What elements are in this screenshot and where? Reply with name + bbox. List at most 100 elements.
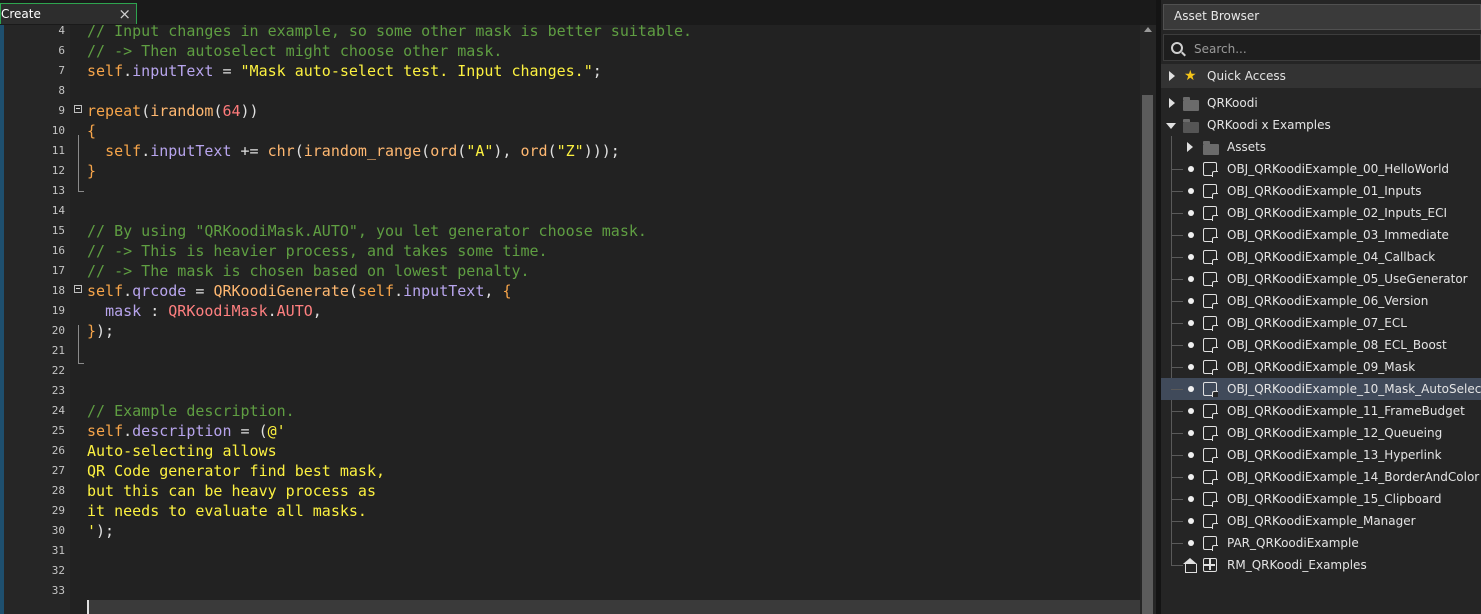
line-number: 33 [51,584,65,597]
fold-toggle-icon[interactable] [74,105,82,113]
tree-item-label: OBJ_QRKoodiExample_15_Clipboard [1227,492,1442,506]
status-dot-icon [1188,320,1194,326]
expand-arrow-icon[interactable] [1169,98,1175,108]
fold-guide-end [78,363,84,364]
close-icon[interactable]: × [118,4,131,24]
editor-tab-bar: Create × [0,0,1156,25]
code-text: { [87,121,96,141]
code-line[interactable]: 18 self.qrcode = QRKoodiGenerate(self.inp… [0,281,1140,301]
folder-icon [1183,97,1199,111]
code-token: } [87,162,97,180]
vertical-scrollbar[interactable] [1140,25,1156,614]
code-line[interactable]: 6 // -> Then autoselect might choose othe… [0,41,1140,61]
code-text: '); [87,521,114,541]
tree-item-object[interactable]: OBJ_QRKoodiExample_14_BorderAndColor [1161,466,1481,488]
fold-toggle-icon[interactable] [74,285,82,293]
search-input[interactable] [1192,39,1476,59]
tree-item-object[interactable]: OBJ_QRKoodiExample_13_Hyperlink [1161,444,1481,466]
asset-browser-panel: Asset Browser ★ Quick Access QRKoodi QRKo… [1161,0,1481,614]
object-icon [1203,360,1218,375]
quick-access-row[interactable]: ★ Quick Access [1161,64,1481,88]
scrollbar-thumb[interactable] [1142,95,1153,614]
tree-item-object[interactable]: OBJ_QRKoodiExample_09_Mask [1161,356,1481,378]
expand-arrow-icon[interactable] [1169,71,1175,81]
tree-item-object[interactable]: OBJ_QRKoodiExample_06_Version [1161,290,1481,312]
tree-branch-line [1171,257,1183,258]
tree-item-qrkoodi[interactable]: QRKoodi [1161,92,1481,114]
code-line[interactable]: 32 [0,561,1140,581]
code-line[interactable]: 33 [0,581,1140,601]
code-line[interactable]: 24 // Example description. [0,401,1140,421]
code-line[interactable]: 15 // By using "QRKoodiMask.AUTO", you le… [0,221,1140,241]
tree-item-object[interactable]: OBJ_QRKoodiExample_11_FrameBudget [1161,400,1481,422]
code-token: ), [493,142,521,160]
code-token: ord [520,142,548,160]
line-number: 9 [58,104,65,117]
tree-item-object[interactable]: OBJ_QRKoodiExample_04_Callback [1161,246,1481,268]
code-line[interactable]: 17 // -> The mask is chosen based on lowe… [0,261,1140,281]
code-token: } [87,322,97,340]
status-dot-icon [1188,518,1194,524]
code-line[interactable]: 10 { [0,121,1140,141]
tab-label: Create [1,7,41,21]
tree-item-object[interactable]: OBJ_QRKoodiExample_02_Inputs_ECI [1161,202,1481,224]
expand-arrow-icon[interactable] [1187,142,1193,152]
line-number: 32 [51,564,65,577]
code-line[interactable]: 14 [0,201,1140,221]
line-number: 7 [58,64,65,77]
collapse-arrow-icon[interactable] [1166,123,1176,129]
asset-search-box[interactable] [1163,34,1481,61]
tree-item-object[interactable]: OBJ_QRKoodiExample_15_Clipboard [1161,488,1481,510]
code-line[interactable]: 20}); [0,321,1140,341]
code-line[interactable]: 21 [0,341,1140,361]
tree-item-room[interactable]: RM_QRKoodi_Examples [1161,554,1481,576]
object-icon [1203,162,1218,177]
code-line[interactable]: 8 [0,81,1140,101]
code-line[interactable]: 22 [0,361,1140,381]
code-line[interactable]: 12} [0,161,1140,181]
code-line[interactable]: 29 it needs to evaluate all masks. [0,501,1140,521]
tab-create[interactable]: Create × [0,3,137,24]
code-token: ; [592,62,602,80]
tree-item-object[interactable]: OBJ_QRKoodiExample_08_ECL_Boost [1161,334,1481,356]
line-number: 16 [51,244,65,257]
tree-item-object[interactable]: OBJ_QRKoodiExample_00_HelloWorld [1161,158,1481,180]
code-line[interactable]: 13 [0,181,1140,201]
code-line[interactable]: 31 [0,541,1140,561]
code-token: . [267,302,277,320]
tree-item-object[interactable]: PAR_QRKoodiExample [1161,532,1481,554]
tree-item-object[interactable]: OBJ_QRKoodiExample_07_ECL [1161,312,1481,334]
scroll-up-icon[interactable] [1144,27,1152,32]
code-line[interactable]: 30 '); [0,521,1140,541]
tree-item-object[interactable]: OBJ_QRKoodiExample_03_Immediate [1161,224,1481,246]
code-area[interactable]: 4 // Input changes in example, so some ot… [0,25,1140,614]
tree-item-object[interactable]: OBJ_QRKoodiExample_10_Mask_AutoSelect [1161,378,1481,400]
tree-item-label: OBJ_QRKoodiExample_Manager [1227,514,1416,528]
tree-item-qrkoodi-x-examples[interactable]: QRKoodi x Examples [1161,114,1481,136]
tree-item-label: PAR_QRKoodiExample [1227,536,1359,550]
code-line[interactable]: 9 repeat(irandom(64)) [0,101,1140,121]
tree-item-object[interactable]: OBJ_QRKoodiExample_05_UseGenerator [1161,268,1481,290]
code-token: , [312,302,322,320]
tree-item-label: OBJ_QRKoodiExample_00_HelloWorld [1227,162,1450,176]
code-line[interactable]: 23 [0,381,1140,401]
tree-item-object[interactable]: OBJ_QRKoodiExample_01_Inputs [1161,180,1481,202]
code-line[interactable]: 27 QR Code generator find best mask, [0,461,1140,481]
code-line[interactable]: 28 but this can be heavy process as [0,481,1140,501]
tree-item-object[interactable]: OBJ_QRKoodiExample_Manager [1161,510,1481,532]
tree-item-object[interactable]: OBJ_QRKoodiExample_12_Queueing [1161,422,1481,444]
code-line[interactable]: 25 self.description = (@' [0,421,1140,441]
code-token: , [484,282,503,300]
code-editor[interactable]: Create × 4 // Input changes in example, s… [0,0,1156,614]
code-line[interactable]: 26 Auto-selecting allows [0,441,1140,461]
code-line[interactable]: 11 self.inputText += chr(irandom_range(o… [0,141,1140,161]
code-line[interactable]: 7 self.inputText = "Mask auto-select test… [0,61,1140,81]
code-token: QRKoodiGenerate [213,282,349,300]
code-line[interactable]: 16 // -> This is heavier process, and tak… [0,241,1140,261]
code-token: "A" [466,142,494,160]
tree-item-assets[interactable]: Assets [1161,136,1481,158]
code-line[interactable]: 19 mask : QRKoodiMask.AUTO, [0,301,1140,321]
tree-branch-line [1171,565,1183,566]
code-line[interactable]: 4 // Input changes in example, so some ot… [0,25,1140,41]
